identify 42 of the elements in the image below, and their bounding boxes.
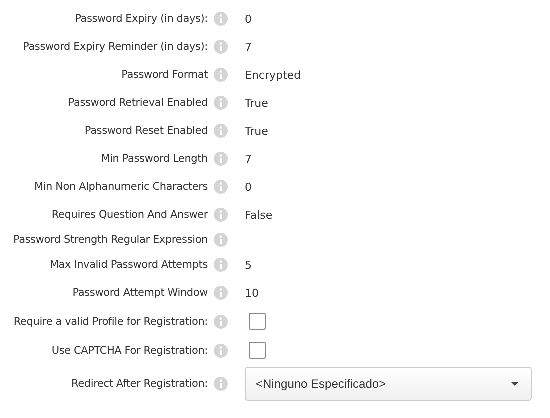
info-icon[interactable] [214,314,228,328]
setting-value: 10 [245,286,259,300]
setting-value: True [245,124,268,138]
info-icon[interactable] [214,258,228,272]
info-icon[interactable] [214,376,228,390]
checkbox[interactable] [249,313,266,330]
setting-label: Min Non Alphanumeric Characters [33,181,208,193]
caret-icon [511,382,519,386]
setting-value: 5 [245,258,252,272]
setting-value: Encrypted [245,68,302,82]
redirect-dropdown[interactable]: <Ninguno Especificado> [245,366,532,400]
info-icon[interactable] [214,208,228,222]
setting-label: Requires Question And Answer [50,209,208,221]
setting-label: Password Reset Enabled [84,125,208,137]
setting-label: Redirect After Registration: [70,378,208,390]
info-icon[interactable] [214,344,228,358]
setting-value: False [245,208,273,222]
setting-value: 0 [245,180,252,194]
info-icon[interactable] [214,152,228,166]
setting-label: Password Strength Regular Expression [12,234,208,246]
info-icon[interactable] [214,68,228,82]
info-icon[interactable] [214,286,228,300]
info-icon[interactable] [214,12,228,26]
info-icon[interactable] [214,233,228,247]
checkbox[interactable] [249,342,266,359]
setting-label: Password Format [120,69,208,81]
setting-label: Password Attempt Window [72,287,208,299]
setting-value: True [245,96,268,110]
info-icon[interactable] [214,180,228,194]
setting-label: Min Password Length [100,153,208,165]
setting-label: Use CAPTCHA For Registration: [50,344,208,356]
setting-label: Password Expiry (in days): [74,13,208,25]
info-icon[interactable] [214,96,228,110]
setting-label: Password Expiry Reminder (in days): [22,41,208,53]
setting-value: 7 [245,40,252,54]
setting-label: Password Retrieval Enabled [67,97,208,109]
setting-value: 0 [245,12,252,26]
setting-label: Max Invalid Password Attempts [48,259,208,271]
info-icon[interactable] [214,40,228,54]
setting-label: Require a valid Profile for Registration: [12,316,208,328]
setting-value: 7 [245,152,252,166]
info-icon[interactable] [214,124,228,138]
